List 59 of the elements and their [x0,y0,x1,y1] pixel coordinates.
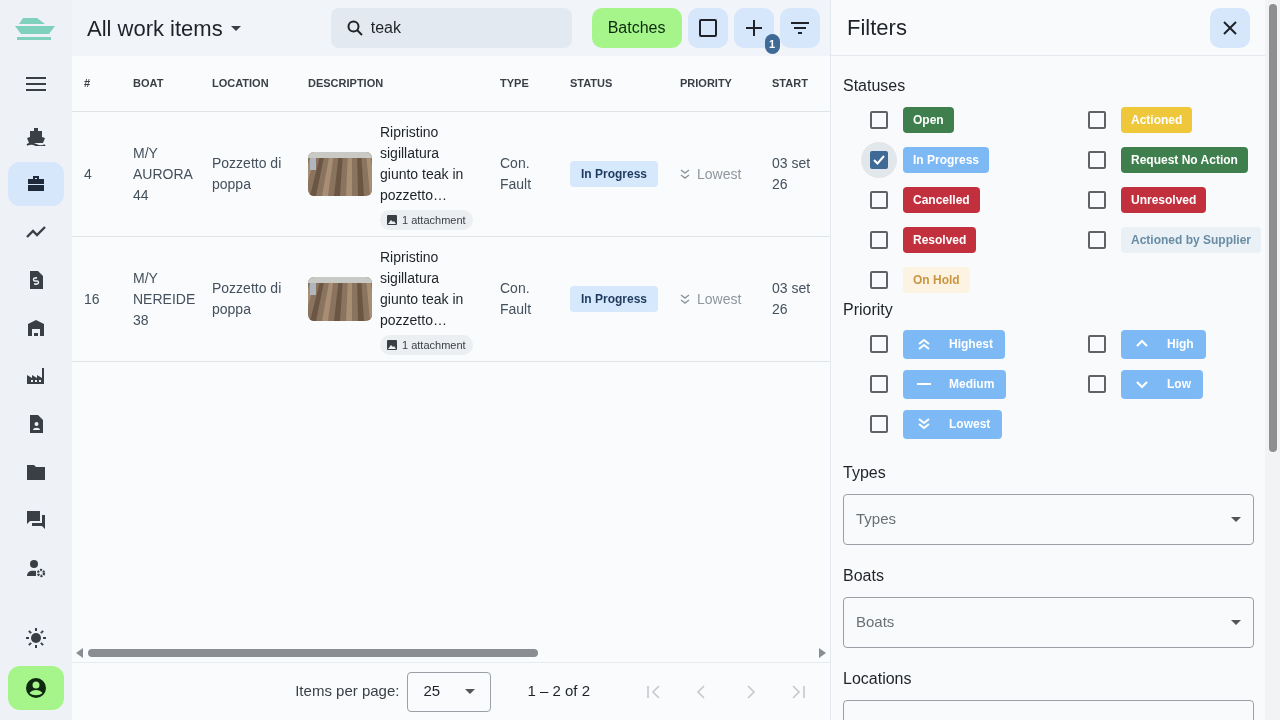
priority-tag: Lowest [903,409,1003,439]
status-tag: In Progress [903,147,990,173]
section-title: Priority [843,300,894,320]
description-text: Ripristino sigillatura giunto teak in pozzetto… [380,248,465,330]
status-tag: Actioned [1121,107,1193,133]
column-header[interactable]: BOAT [133,75,212,92]
select-field[interactable]: Types [843,494,1254,545]
placeholder-text: Types [856,509,897,530]
table-cell-text: 03 set 26 [772,154,812,194]
status-tag: In Progress [570,286,659,312]
priority-text: Lowest [697,164,742,184]
table-cell-text: M/Y NEREIDE 38 [133,268,195,330]
status-tag: Cancelled [903,187,980,213]
page-size-select[interactable]: 25 [407,671,492,712]
attachment-count: 1 attachment [402,337,466,353]
column-header[interactable]: START [772,75,830,92]
panel-title: Filters [847,14,907,42]
status-tag: Actioned by Supplier [1121,227,1261,253]
attachment-chip[interactable]: 1 attachment [380,210,473,230]
table-cell-text: 16 [83,289,101,309]
placeholder-text: Boats [856,612,895,633]
section-title: Locations [843,669,913,689]
status-tag: On Hold [903,267,970,293]
priority-tag: Highest [903,329,1005,359]
table-cell-text: M/Y AURORA 44 [133,143,194,205]
column-header[interactable]: TYPE [500,75,570,92]
page-size-label: Items per page: [295,681,400,702]
section-title: Statuses [843,76,907,96]
status-tag: In Progress [570,161,659,187]
status-tag: Open [903,107,954,133]
status-tag: Unresolved [1121,187,1207,213]
view-selector[interactable]: All work items [87,11,241,45]
table-cell-text: 4 [83,164,93,184]
select-field[interactable]: Boats [843,597,1254,648]
table-cell-text: Pozzetto di poppa [212,154,283,194]
column-header[interactable]: PRIORITY [680,75,772,92]
search-input[interactable]: teak [370,16,551,40]
priority-text: Lowest [697,289,742,309]
table-cell-text: Pozzetto di poppa [212,279,283,319]
table-cell-text: 03 set 26 [772,279,812,319]
priority-tag: Low [1121,369,1203,399]
column-header[interactable]: DESCRIPTION [308,75,500,92]
attachment-count: 1 attachment [402,212,466,228]
attachment-chip[interactable]: 1 attachment [380,335,473,355]
status-tag: Resolved [903,227,977,253]
column-header[interactable]: # [72,75,133,92]
description-text: Ripristino sigillatura giunto teak in pozzetto… [380,123,465,205]
section-title: Types [843,463,887,483]
priority-tag: High [1121,329,1206,359]
table-cell-text: Con. Fault [500,154,533,194]
search-field[interactable]: teak [330,8,572,48]
batches-button[interactable]: Batches [591,8,682,48]
column-header[interactable]: STATUS [570,75,680,92]
table-cell-text: Con. Fault [500,279,533,319]
column-header[interactable]: LOCATION [212,75,308,92]
page-range: 1 – 2 of 2 [527,681,590,702]
section-title: Boats [843,566,885,586]
status-tag: Request No Action [1121,147,1248,173]
priority-tag: Medium [903,369,1007,399]
